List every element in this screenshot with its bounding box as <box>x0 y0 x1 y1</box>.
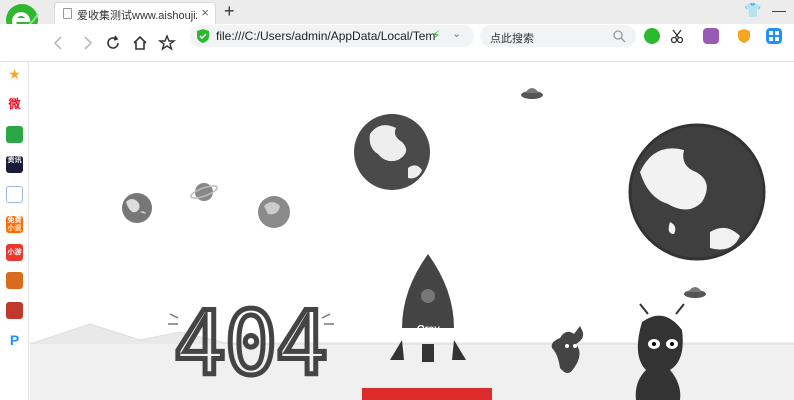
planet-large-icon <box>628 123 766 261</box>
small-planet-icon <box>258 196 290 228</box>
sidebar-item-favorites[interactable]: ★ <box>6 66 23 83</box>
extension-green-icon[interactable] <box>644 28 660 44</box>
home-icon[interactable] <box>131 34 149 52</box>
page-404: Oray 404 <box>30 62 794 400</box>
skin-icon[interactable]: 👕 <box>744 2 761 18</box>
sidebar-item-free-novel[interactable]: 免费小说 <box>6 216 23 233</box>
pp-icon: P <box>9 332 20 348</box>
shield-extension-icon[interactable] <box>736 28 752 44</box>
new-tab-button[interactable]: + <box>224 1 235 21</box>
news-icon: 资讯 <box>7 157 22 164</box>
error-code: 404 <box>174 292 327 395</box>
sidebar-item-mini-game[interactable]: 小游 <box>6 244 23 261</box>
ringed-planet-icon <box>190 183 218 201</box>
weibo-icon: 微 <box>8 97 21 111</box>
search-box[interactable]: 点此搜索 <box>480 25 636 47</box>
tab-bar: 爱收集测试www.aishoujizy.com × + 👕 — <box>0 0 794 36</box>
star-icon: ★ <box>8 66 21 82</box>
ufo-icon <box>521 88 543 99</box>
illustration-404: Oray 404 <box>30 88 794 400</box>
ufo-icon <box>684 287 706 298</box>
sidebar-item-mail[interactable] <box>6 126 23 143</box>
document-icon <box>63 8 72 19</box>
forward-icon[interactable] <box>78 34 96 52</box>
tab-active[interactable]: 爱收集测试www.aishoujizy.com × <box>54 2 216 24</box>
rocket-icon: Oray <box>390 254 466 362</box>
planet-medium-icon <box>354 114 430 190</box>
sidebar-item-game-2[interactable] <box>6 302 23 319</box>
sidebar-item-news[interactable]: 资讯 <box>6 156 23 173</box>
search-input[interactable]: 点此搜索 <box>490 30 534 46</box>
search-icon[interactable] <box>612 29 626 43</box>
scissors-icon[interactable] <box>670 28 686 44</box>
alien-large-icon <box>635 303 685 400</box>
minimize-icon[interactable]: — <box>772 2 786 18</box>
alien-small-icon <box>551 326 584 373</box>
apps-grid-icon[interactable] <box>766 28 782 44</box>
sidebar-item-pp[interactable]: P <box>6 332 23 349</box>
address-url[interactable]: file:///C:/Users/admin/AppData/Local/Tem <box>216 29 435 43</box>
sidebar-item-document[interactable] <box>6 186 23 203</box>
sidebar-item-weibo[interactable]: 微 <box>6 96 23 113</box>
tab-close-icon[interactable]: × <box>201 5 209 20</box>
translate-icon[interactable] <box>703 28 719 44</box>
sidebar-item-game-1[interactable] <box>6 272 23 289</box>
bookmark-star-icon[interactable] <box>158 34 176 52</box>
address-bar[interactable]: file:///C:/Users/admin/AppData/Local/Tem… <box>190 25 474 47</box>
small-planet-icon <box>122 193 152 223</box>
novel-icon: 免费小说 <box>7 217 22 232</box>
security-shield-icon[interactable] <box>196 28 210 44</box>
rocket-label: Oray <box>417 324 440 335</box>
sidebar: ★ 微 资讯 免费小说 小游 P <box>0 62 29 400</box>
back-icon[interactable] <box>50 34 68 52</box>
tab-title: 爱收集测试www.aishoujizy.com <box>77 10 197 22</box>
chevron-down-icon[interactable]: ⌄ <box>452 27 461 40</box>
home-button[interactable] <box>362 388 492 400</box>
refresh-icon[interactable] <box>104 34 122 52</box>
mini-game-icon: 小游 <box>7 249 22 256</box>
speed-mode-icon[interactable]: ⚡ <box>432 28 440 42</box>
